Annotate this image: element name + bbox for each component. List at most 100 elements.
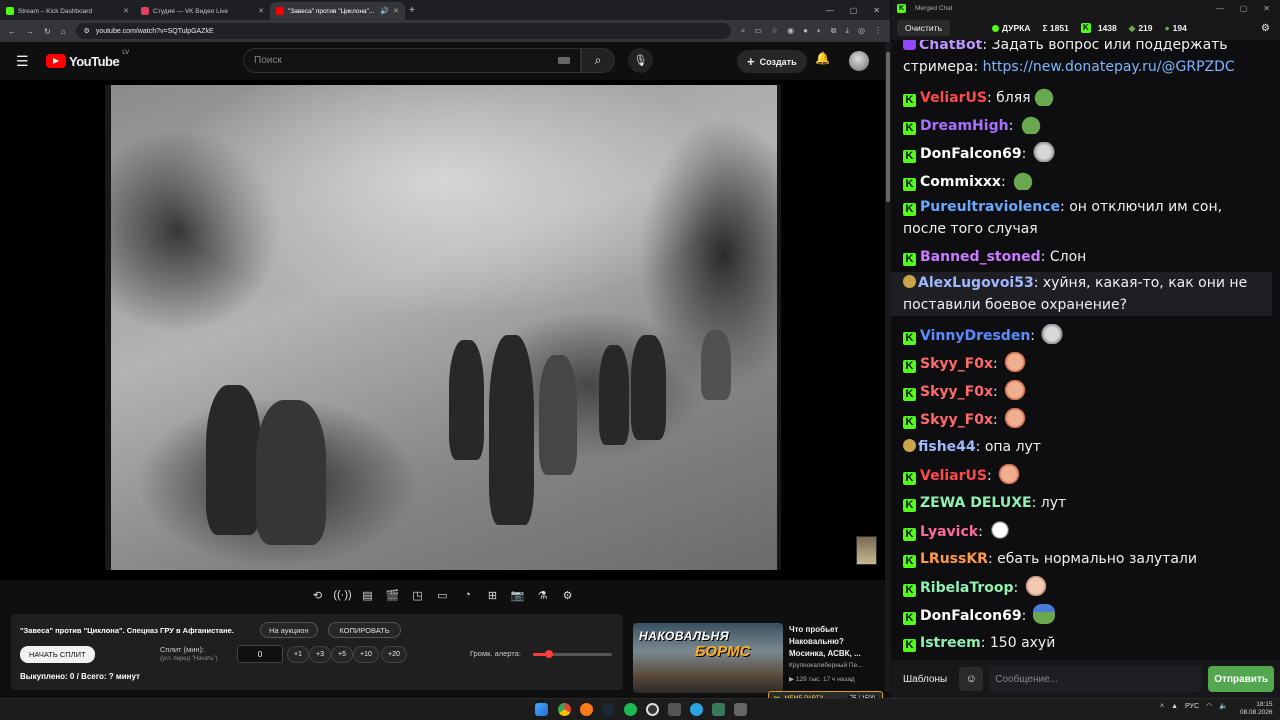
playlist-settings-icon[interactable]: ▤: [358, 586, 377, 605]
browser-tab-youtube[interactable]: "Завеса" против "Циклона"... 🔊 ✕: [270, 2, 405, 20]
search-button[interactable]: ⌕: [581, 48, 615, 73]
video-frame[interactable]: [105, 85, 781, 570]
flask-icon[interactable]: ⚗: [533, 586, 552, 605]
auction-button[interactable]: На аукцион: [260, 622, 318, 638]
extension-icon[interactable]: ◉: [787, 26, 794, 36]
close-window-icon[interactable]: ✕: [1263, 4, 1270, 13]
step-plus-10-button[interactable]: +10: [353, 646, 379, 663]
forward-icon[interactable]: →: [26, 27, 34, 36]
loop-icon[interactable]: ⟲: [308, 586, 327, 605]
start-split-button[interactable]: НАЧАТЬ СПЛИТ: [20, 646, 95, 663]
network-icon[interactable]: ▲: [1171, 703, 1178, 710]
avatar[interactable]: [849, 51, 869, 71]
browser-tab-kick[interactable]: Stream – Kick Dashboard ✕: [0, 2, 135, 20]
minimize-icon[interactable]: —: [826, 6, 834, 15]
chat-username[interactable]: RibelaTroop: [920, 580, 1014, 596]
search-input[interactable]: Поиск: [243, 48, 581, 73]
mini-thumbnail[interactable]: [856, 536, 877, 565]
chat-username[interactable]: DreamHigh: [920, 118, 1009, 134]
profile-icon[interactable]: ◎: [858, 26, 865, 36]
emoji-picker-icon[interactable]: ☺: [959, 667, 984, 691]
chat-username[interactable]: Banned_stoned: [920, 249, 1041, 265]
back-icon[interactable]: ←: [8, 27, 16, 36]
site-info-icon[interactable]: ⚙: [84, 27, 90, 35]
screenshot-camera-icon[interactable]: 📷: [508, 586, 527, 605]
message-input[interactable]: Сообщение...: [989, 666, 1203, 692]
speaker-icon[interactable]: 🔊: [380, 7, 389, 15]
clear-chat-button[interactable]: Очистить: [897, 20, 951, 36]
step-plus-5-button[interactable]: +5: [331, 646, 353, 663]
voice-search-button[interactable]: 🎙: [628, 48, 653, 73]
bookmark-star-icon[interactable]: ☆: [771, 26, 778, 36]
chat-username[interactable]: fishe44: [918, 439, 976, 455]
chat-username[interactable]: Skyy_F0x: [920, 356, 993, 372]
url-field[interactable]: ⚙ youtube.com/watch?v=SQTulpGAZkE: [75, 23, 731, 39]
copy-button[interactable]: КОПИРОВАТЬ: [328, 622, 401, 638]
gear-icon[interactable]: ⚙: [558, 586, 577, 605]
chat-username[interactable]: Skyy_F0x: [920, 412, 993, 428]
telegram-icon[interactable]: [690, 703, 703, 716]
close-tab-icon[interactable]: ✕: [123, 7, 129, 15]
step-plus-3-button[interactable]: +3: [309, 646, 331, 663]
keyboard-icon[interactable]: [558, 57, 570, 64]
browser-menu-icon[interactable]: ⋮: [874, 26, 882, 36]
maximize-icon[interactable]: ▢: [1240, 4, 1248, 13]
zoom-icon[interactable]: ⌕: [741, 26, 745, 36]
extension-icon[interactable]: ◐: [817, 26, 822, 36]
close-tab-icon[interactable]: ✕: [393, 7, 399, 15]
settings-gear-icon[interactable]: ⚙: [1261, 23, 1270, 34]
volume-icon[interactable]: 🔈: [1219, 702, 1228, 710]
speedometer-icon[interactable]: ◔: [458, 586, 477, 605]
reload-icon[interactable]: ↻: [44, 27, 51, 36]
chat-username[interactable]: Commixxx: [920, 174, 1001, 190]
hamburger-menu-icon[interactable]: ☰: [16, 53, 34, 70]
download-icon[interactable]: ⤓: [845, 26, 849, 36]
youtube-logo[interactable]: YouTube LV: [46, 50, 129, 69]
steam-icon[interactable]: [602, 703, 615, 716]
close-tab-icon[interactable]: ✕: [258, 7, 264, 15]
chat-username[interactable]: Skyy_F0x: [920, 384, 993, 400]
chat-username[interactable]: AlexLugovoi53: [918, 275, 1034, 291]
templates-button[interactable]: Шаблоны: [897, 669, 953, 690]
app-icon[interactable]: [712, 703, 725, 716]
recommended-video-thumbnail[interactable]: НАКОВАЛЬНЯ БОРМС: [633, 623, 783, 693]
recommended-video-title[interactable]: Что пробьет Наковальню? Мосинка, АСВК, .…: [789, 624, 879, 660]
close-window-icon[interactable]: ✕: [873, 6, 880, 15]
scrollbar-thumb[interactable]: [886, 52, 890, 202]
split-minutes-input[interactable]: 0: [237, 645, 283, 663]
notifications-bell-icon[interactable]: 🔔: [815, 51, 830, 65]
chat-username[interactable]: Lyavick: [920, 524, 978, 540]
add-box-icon[interactable]: ⊞: [483, 586, 502, 605]
film-strip-icon[interactable]: ▭: [433, 586, 452, 605]
picture-in-picture-icon[interactable]: ◳: [408, 586, 427, 605]
broadcast-icon[interactable]: ((·)): [333, 586, 352, 605]
chat-username[interactable]: Istreem: [920, 635, 981, 651]
wifi-icon[interactable]: ◠: [1206, 702, 1212, 710]
chat-username[interactable]: ZEWA DELUXE: [920, 495, 1032, 511]
chrome-icon[interactable]: [558, 703, 571, 716]
send-button[interactable]: Отправить: [1208, 666, 1274, 692]
chat-username[interactable]: VinnyDresden: [920, 328, 1030, 344]
chat-username[interactable]: ChatBot: [919, 40, 982, 53]
chat-username[interactable]: LRussKR: [920, 551, 988, 567]
language-indicator[interactable]: РУС: [1185, 703, 1199, 710]
new-tab-icon[interactable]: +: [409, 5, 415, 16]
chat-username[interactable]: DonFalcon69: [920, 608, 1022, 624]
app-icon[interactable]: [734, 703, 747, 716]
chat-username[interactable]: VeliarUS: [920, 468, 987, 484]
chat-username[interactable]: DonFalcon69: [920, 146, 1022, 162]
taskbar-clock[interactable]: 18:15 08.08.2026: [1240, 701, 1273, 717]
app-icon[interactable]: [668, 703, 681, 716]
home-icon[interactable]: ⌂: [61, 27, 66, 36]
chat-username[interactable]: VeliarUS: [920, 90, 987, 106]
create-button[interactable]: + Создать: [737, 50, 807, 73]
obs-icon[interactable]: [646, 703, 659, 716]
step-plus-20-button[interactable]: +20: [381, 646, 407, 663]
maximize-icon[interactable]: ▢: [850, 6, 858, 15]
tray-chevron-icon[interactable]: ˄: [1160, 703, 1164, 710]
browser-tab-vk[interactable]: Студия — VK Видео Live ✕: [135, 2, 270, 20]
step-plus-1-button[interactable]: +1: [287, 646, 309, 663]
alert-volume-handle[interactable]: [544, 650, 553, 658]
minimize-icon[interactable]: —: [1216, 4, 1224, 13]
chat-username[interactable]: Pureultraviolence: [920, 199, 1060, 215]
